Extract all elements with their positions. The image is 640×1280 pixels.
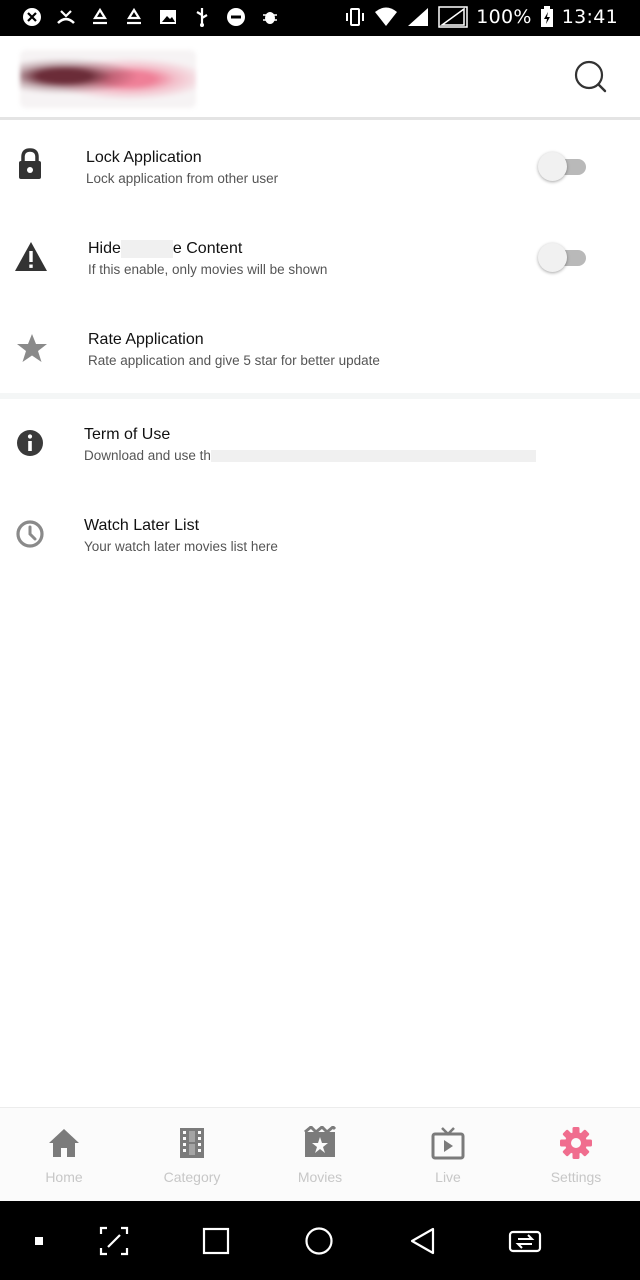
setting-title-start: Hide xyxy=(88,240,121,258)
nav-movies[interactable]: Movies xyxy=(256,1108,384,1202)
clock: 13:41 xyxy=(561,6,618,28)
setting-title: Hide e Content xyxy=(88,240,242,258)
setting-title: Watch Later List xyxy=(84,517,200,534)
nav-live[interactable]: Live xyxy=(384,1108,512,1202)
star-icon xyxy=(17,334,47,362)
system-navigation-bar xyxy=(0,1201,640,1280)
setting-lock-application[interactable]: Lock Application Lock application from o… xyxy=(0,122,640,210)
search-icon[interactable] xyxy=(572,58,610,96)
nav-home[interactable]: Home xyxy=(0,1108,128,1202)
status-bar: 100% 13:41 xyxy=(0,0,640,36)
setting-term-of-use[interactable]: Term of Use Download and use th xyxy=(0,399,640,487)
setting-subtitle: Lock application from other user xyxy=(86,171,279,186)
missed-call-icon xyxy=(57,10,75,24)
setting-subtitle-text: Download and use th xyxy=(84,448,211,463)
lock-toggle[interactable] xyxy=(538,150,590,182)
nav-label: Home xyxy=(45,1169,83,1185)
nav-label: Live xyxy=(435,1169,461,1185)
ribbon-icon xyxy=(23,8,41,26)
movie-clapper-icon xyxy=(304,1126,337,1157)
home-icon xyxy=(49,1129,79,1157)
setting-title: Term of Use xyxy=(84,426,171,443)
vibrate-icon xyxy=(346,8,365,26)
image-icon xyxy=(160,10,176,24)
gear-icon xyxy=(560,1127,592,1159)
film-strip-icon xyxy=(180,1128,204,1158)
switch-app-icon[interactable] xyxy=(507,1223,543,1259)
signal-icon xyxy=(408,8,429,26)
setting-subtitle: Your watch later movies list here xyxy=(84,539,278,554)
recycle-icon xyxy=(127,7,141,25)
recents-icon[interactable] xyxy=(198,1223,234,1259)
setting-title: Lock Application xyxy=(86,149,202,166)
bug-icon xyxy=(263,12,277,24)
redacted-text xyxy=(120,240,173,258)
home-circle-icon[interactable] xyxy=(301,1223,337,1259)
warning-icon xyxy=(15,242,47,271)
app-bar xyxy=(0,36,640,120)
tv-icon xyxy=(431,1127,465,1160)
recycle-icon xyxy=(93,7,107,25)
nav-label: Category xyxy=(163,1169,221,1185)
system-status: 100% 13:41 xyxy=(344,6,618,28)
setting-subtitle: Rate application and give 5 star for bet… xyxy=(88,353,380,368)
do-not-disturb-icon xyxy=(227,8,245,26)
hide-content-toggle[interactable] xyxy=(538,241,590,273)
setting-hide-content[interactable]: Hide e Content If this enable, only movie… xyxy=(0,213,640,301)
screenshot-icon[interactable] xyxy=(96,1223,132,1259)
redacted-text xyxy=(210,450,536,463)
app-logo xyxy=(20,50,196,108)
battery-charging-icon xyxy=(540,6,553,27)
nav-label: Settings xyxy=(550,1169,602,1185)
nav-label: Movies xyxy=(297,1169,343,1185)
wifi-icon xyxy=(375,7,398,26)
nav-settings[interactable]: Settings xyxy=(512,1108,640,1202)
signal-x-icon xyxy=(438,6,468,28)
setting-title-end: e Content xyxy=(172,240,243,258)
setting-title: Rate Application xyxy=(88,331,204,348)
lock-icon xyxy=(19,148,41,179)
usb-icon xyxy=(196,8,208,27)
notification-icons xyxy=(22,7,280,27)
setting-watch-later-list[interactable]: Watch Later List Your watch later movies… xyxy=(0,490,640,578)
setting-rate-application[interactable]: Rate Application Rate application and gi… xyxy=(0,304,640,392)
bottom-navigation: Home Category Movies Live Settings xyxy=(0,1107,640,1201)
clock-icon xyxy=(16,520,44,548)
back-icon[interactable] xyxy=(404,1223,440,1259)
dot-icon[interactable] xyxy=(21,1223,57,1259)
battery-percentage: 100% xyxy=(476,6,532,28)
setting-subtitle: Download and use th xyxy=(84,448,536,463)
nav-category[interactable]: Category xyxy=(128,1108,256,1202)
info-icon xyxy=(17,430,43,456)
setting-subtitle: If this enable, only movies will be show… xyxy=(88,262,328,277)
